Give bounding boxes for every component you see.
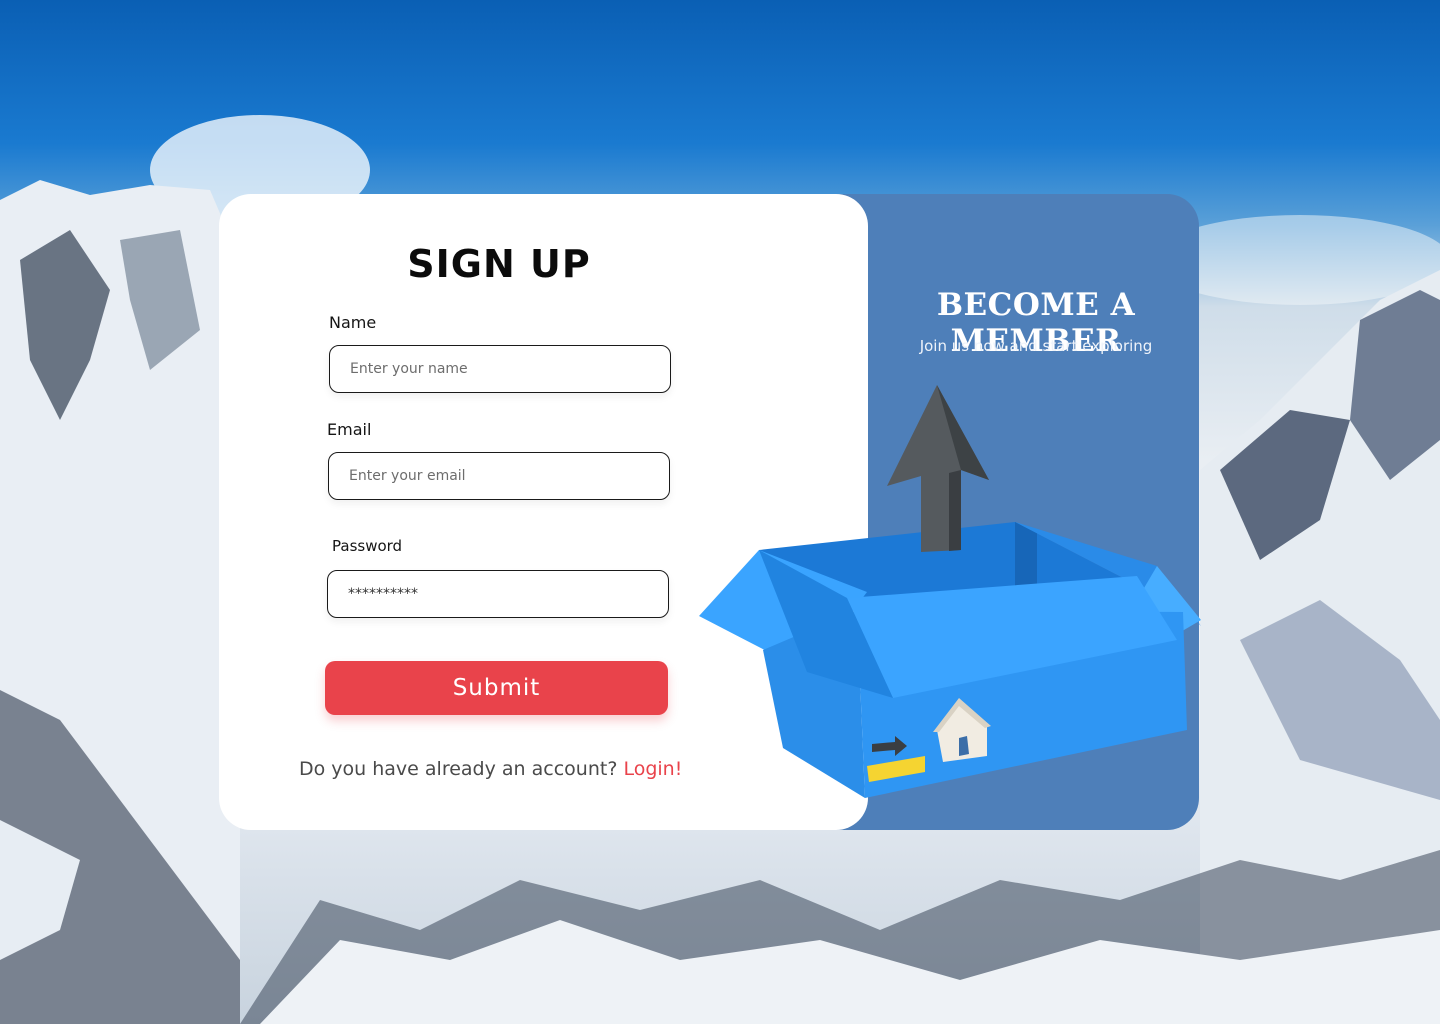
email-field-wrapper xyxy=(328,452,670,500)
password-label: Password xyxy=(332,537,403,555)
name-label: Name xyxy=(329,313,377,332)
password-field-wrapper xyxy=(327,570,669,618)
name-field-wrapper xyxy=(329,345,671,393)
submit-button[interactable]: Submit xyxy=(325,661,668,715)
login-link[interactable]: Login! xyxy=(623,758,682,780)
open-box-icon xyxy=(699,385,1201,798)
email-label: Email xyxy=(327,420,372,439)
name-field[interactable] xyxy=(330,346,670,392)
account-prompt: Do you have already an account? Login! xyxy=(299,758,682,780)
become-member-subtitle: Join us now and start exploring xyxy=(919,337,1153,355)
password-field[interactable] xyxy=(328,571,668,617)
email-field[interactable] xyxy=(329,453,669,499)
signup-card: SIGN UP Name Email Password Submit Do yo… xyxy=(219,194,1201,830)
page-title: SIGN UP xyxy=(407,242,591,286)
account-prompt-text: Do you have already an account? xyxy=(299,758,618,780)
